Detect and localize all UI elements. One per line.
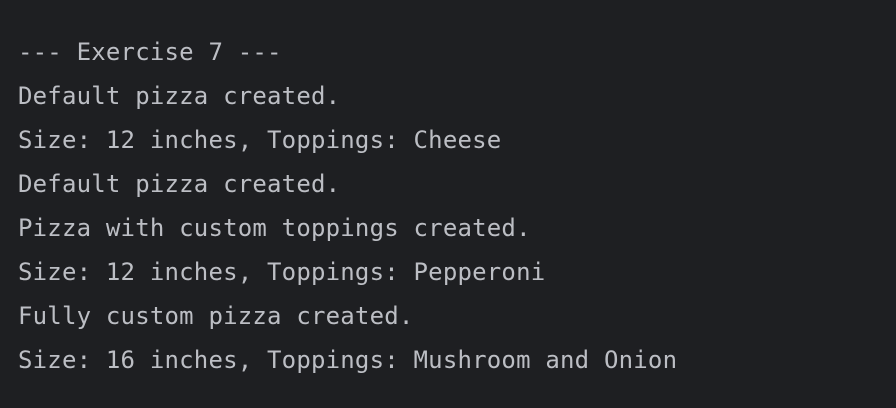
console-line: Size: 12 inches, Toppings: Cheese (18, 126, 502, 154)
console-line: --- Exercise 7 --- (18, 38, 282, 66)
console-line: Fully custom pizza created. (18, 302, 414, 330)
console-line: Pizza with custom toppings created. (18, 214, 531, 242)
console-line: Size: 16 inches, Toppings: Mushroom and … (18, 346, 678, 374)
console-line: Default pizza created. (18, 170, 341, 198)
console-line: Size: 12 inches, Toppings: Pepperoni (18, 258, 546, 286)
console-line: Default pizza created. (18, 82, 341, 110)
console-output[interactable]: --- Exercise 7 --- Default pizza created… (0, 0, 896, 408)
